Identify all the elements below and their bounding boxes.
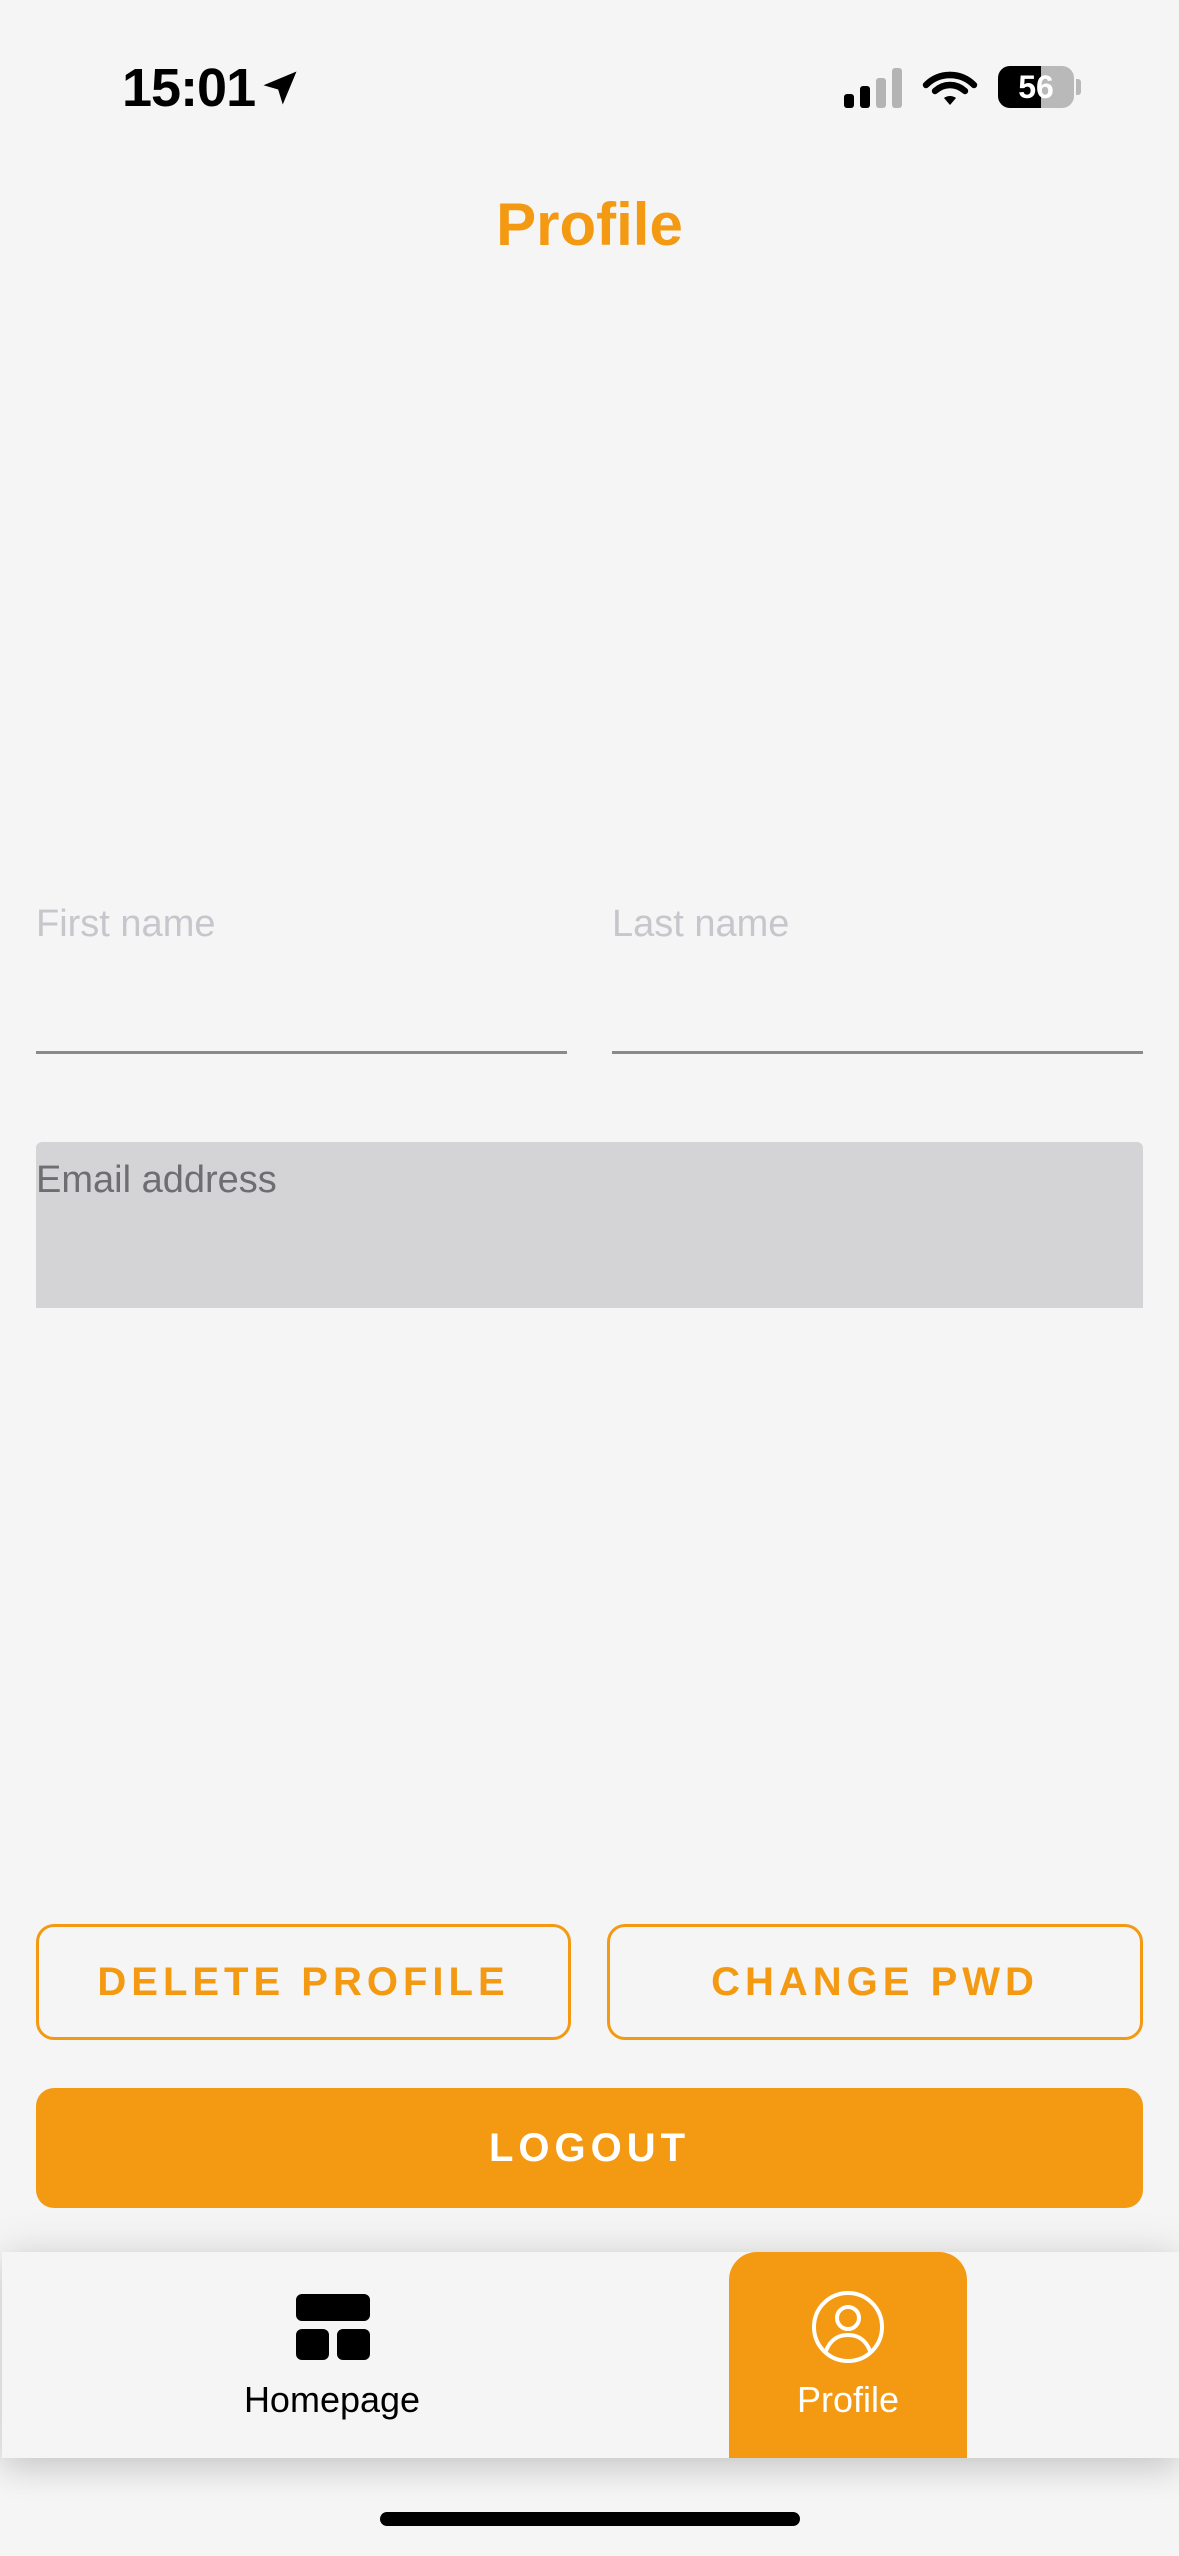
last-name-field[interactable]: Last name bbox=[612, 880, 1143, 1054]
location-arrow-icon bbox=[263, 71, 297, 105]
cellular-signal-icon bbox=[844, 68, 902, 108]
email-label: Email address bbox=[36, 1159, 277, 1201]
last-name-placeholder: Last name bbox=[612, 903, 790, 945]
battery-cap bbox=[1076, 79, 1081, 95]
tab-bar: Homepage Profile bbox=[2, 2252, 1179, 2458]
email-field[interactable]: Email address bbox=[36, 1142, 1143, 1308]
user-circle-icon bbox=[812, 2291, 884, 2363]
tab-homepage-label: Homepage bbox=[243, 2379, 421, 2420]
tab-profile[interactable]: Profile bbox=[729, 2252, 967, 2458]
dashboard-icon bbox=[296, 2294, 370, 2360]
home-indicator bbox=[380, 2512, 800, 2526]
battery-icon: 56 bbox=[998, 66, 1081, 108]
status-bar: 15:01 56 bbox=[0, 0, 1179, 150]
first-name-field[interactable]: First name bbox=[36, 880, 567, 1054]
first-name-underline bbox=[36, 1051, 567, 1054]
change-password-button[interactable]: CHANGE PWD bbox=[607, 1924, 1143, 2040]
wifi-icon bbox=[922, 71, 978, 105]
delete-profile-button[interactable]: DELETE PROFILE bbox=[36, 1924, 571, 2040]
logout-button[interactable]: LOGOUT bbox=[36, 2088, 1143, 2208]
first-name-placeholder: First name bbox=[36, 903, 216, 945]
tab-homepage[interactable]: Homepage bbox=[182, 2252, 482, 2458]
tab-profile-label: Profile bbox=[796, 2379, 900, 2420]
last-name-underline bbox=[612, 1051, 1143, 1054]
status-time: 15:01 bbox=[122, 58, 256, 118]
battery-body: 56 bbox=[998, 66, 1074, 108]
page-title: Profile bbox=[496, 191, 683, 258]
battery-level: 56 bbox=[1018, 69, 1054, 105]
